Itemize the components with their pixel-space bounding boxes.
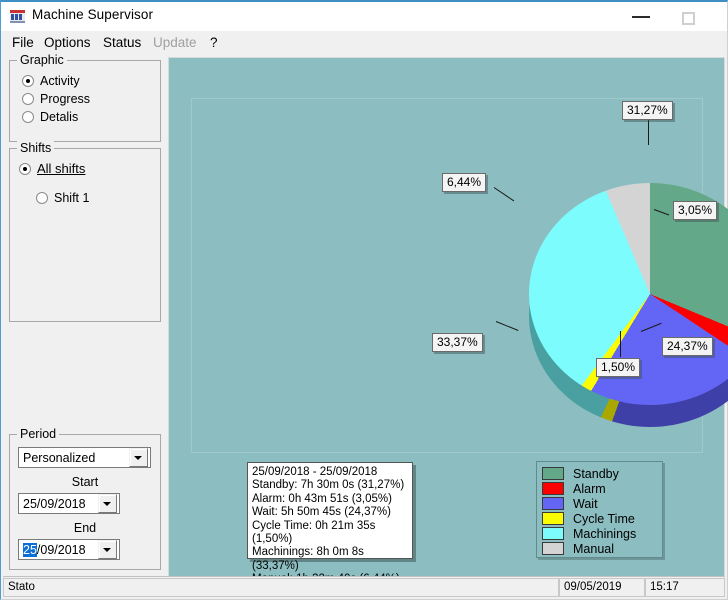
chart-panel: 31,27% 3,05% 24,37% 1,50% 33,37% 6,44% 2… [168, 57, 725, 577]
status-text: Stato [3, 578, 559, 597]
legend-label-cycle-time: Cycle Time [573, 512, 635, 526]
period-group-title: Period [17, 427, 59, 441]
status-time: 15:17 [645, 578, 725, 597]
menu-item-options[interactable]: Options [39, 33, 96, 52]
menu-bar: File Options Status Update ? [1, 31, 727, 53]
radio-progress[interactable]: Progress [22, 92, 90, 106]
info-line-wait: Wait: 5h 50m 45s (24,37%) [252, 506, 408, 519]
chevron-down-icon[interactable] [129, 448, 148, 467]
status-date: 09/05/2019 [559, 578, 645, 597]
legend-item-alarm: Alarm [542, 481, 657, 496]
radio-detalis-label: Detalis [40, 110, 78, 124]
legend-item-machinings: Machinings [542, 526, 657, 541]
menu-item-status[interactable]: Status [98, 33, 146, 52]
pie-chart [529, 183, 728, 439]
app-icon [9, 8, 26, 24]
start-date-value: 25/09/2018 [19, 497, 98, 511]
window-title: Machine Supervisor [32, 7, 153, 22]
legend-swatch-wait [542, 497, 564, 510]
radio-shift-1[interactable]: Shift 1 [36, 191, 89, 205]
radio-progress-indicator [22, 93, 34, 105]
shifts-group-title: Shifts [17, 141, 54, 155]
legend-label-manual: Manual [573, 542, 614, 556]
radio-activity-indicator [22, 75, 34, 87]
end-date-value: 25/09/2018 [19, 543, 98, 557]
radio-detalis[interactable]: Detalis [22, 110, 78, 124]
shifts-group: Shifts All shifts Shift 1 [9, 148, 161, 322]
menu-item-help[interactable]: ? [205, 33, 223, 52]
menu-item-file[interactable]: File [7, 33, 39, 52]
radio-activity[interactable]: Activity [22, 74, 80, 88]
summary-info-box: 25/09/2018 - 25/09/2018 Standby: 7h 30m … [247, 462, 413, 559]
minimize-icon [632, 16, 650, 18]
graphic-group: Graphic Activity Progress Detalis [9, 60, 161, 142]
info-line-period: 25/09/2018 - 25/09/2018 [252, 466, 408, 479]
pie-label-cycle-time: 1,50% [596, 358, 640, 377]
maximize-button[interactable] [666, 2, 712, 31]
pie-label-alarm: 3,05% [673, 201, 717, 220]
legend-label-alarm: Alarm [573, 482, 606, 496]
leader-line-cycle-time [620, 331, 621, 357]
radio-shift-1-label: Shift 1 [54, 191, 89, 205]
period-preset-select[interactable]: Personalized [18, 447, 151, 468]
chart-legend: Standby Alarm Wait Cycle Time Machinings… [536, 461, 663, 558]
start-label: Start [10, 475, 160, 489]
legend-swatch-standby [542, 467, 564, 480]
end-date-remainder: /09/2018 [37, 543, 86, 557]
legend-item-wait: Wait [542, 496, 657, 511]
legend-item-cycle-time: Cycle Time [542, 511, 657, 526]
chevron-down-icon[interactable] [98, 540, 117, 559]
radio-all-shifts-indicator [19, 163, 31, 175]
radio-all-shifts[interactable]: All shifts [19, 161, 85, 176]
radio-activity-label: Activity [40, 74, 80, 88]
radio-progress-label: Progress [40, 92, 90, 106]
legend-item-standby: Standby [542, 466, 657, 481]
pie-label-wait: 24,37% [662, 337, 713, 356]
pie-label-manual: 6,44% [442, 173, 486, 192]
legend-label-wait: Wait [573, 497, 598, 511]
title-bar: Machine Supervisor [1, 2, 727, 31]
legend-swatch-cycle-time [542, 512, 564, 525]
end-date-selected-day: 25 [23, 543, 37, 557]
radio-shift-1-indicator [36, 192, 48, 204]
end-date-input[interactable]: 25/09/2018 [18, 539, 120, 560]
legend-item-manual: Manual [542, 541, 657, 556]
radio-detalis-indicator [22, 111, 34, 123]
legend-swatch-manual [542, 542, 564, 555]
maximize-icon [682, 12, 695, 25]
legend-label-machinings: Machinings [573, 527, 636, 541]
pie-label-standby: 31,27% [622, 101, 673, 120]
left-control-panel: Graphic Activity Progress Detalis Shifts… [3, 54, 166, 578]
radio-all-shifts-label: All shifts [37, 161, 85, 176]
legend-swatch-machinings [542, 527, 564, 540]
pie-label-machinings: 33,37% [432, 333, 483, 352]
info-line-standby: Standby: 7h 30m 0s (31,27%) [252, 479, 408, 492]
status-bar: Stato 09/05/2019 15:17 [3, 576, 725, 598]
leader-line-manual [494, 187, 514, 201]
plot-area: 31,27% 3,05% 24,37% 1,50% 33,37% 6,44% [191, 98, 703, 453]
graphic-group-title: Graphic [17, 53, 67, 67]
application-window: Machine Supervisor File Options Status U… [0, 0, 728, 600]
legend-swatch-alarm [542, 482, 564, 495]
info-line-machinings: Machinings: 8h 0m 8s (33,37%) [252, 546, 408, 573]
end-label: End [10, 521, 160, 535]
leader-line-standby [648, 117, 649, 145]
info-line-cycle-time: Cycle Time: 0h 21m 35s (1,50%) [252, 520, 408, 547]
info-line-alarm: Alarm: 0h 43m 51s (3,05%) [252, 493, 408, 506]
menu-item-update: Update [148, 33, 202, 52]
legend-label-standby: Standby [573, 467, 619, 481]
start-date-input[interactable]: 25/09/2018 [18, 493, 120, 514]
period-group: Period Personalized Start 25/09/2018 End… [9, 434, 161, 570]
minimize-button[interactable] [618, 2, 664, 31]
chevron-down-icon[interactable] [98, 494, 117, 513]
leader-line-machinings [496, 321, 519, 331]
period-preset-value: Personalized [19, 451, 129, 465]
